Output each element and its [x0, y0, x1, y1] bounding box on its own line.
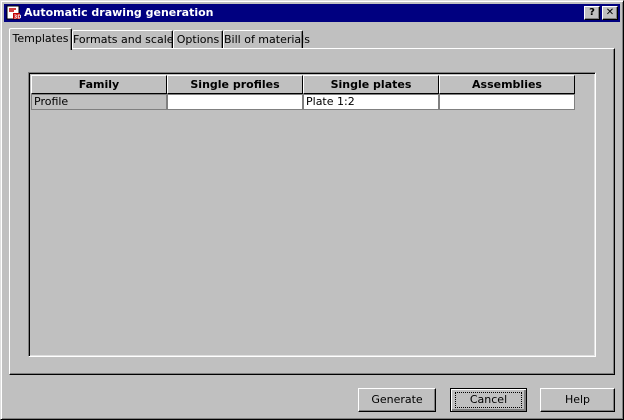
column-header-family[interactable]: Family — [31, 75, 167, 94]
help-button[interactable]: Help — [540, 388, 615, 412]
cancel-button[interactable]: Cancel — [450, 388, 527, 412]
column-header-single-plates[interactable]: Single plates — [303, 75, 439, 94]
assemblies-cell[interactable] — [439, 94, 575, 110]
svg-text:3D: 3D — [14, 14, 21, 20]
title-bar[interactable]: 3D Automatic drawing generation ? ✕ — [4, 4, 620, 22]
app-icon: 3D — [6, 5, 21, 20]
templates-grid[interactable]: Family Single profiles Single plates Ass… — [28, 72, 596, 357]
tab-templates[interactable]: Templates — [9, 28, 72, 50]
tab-options[interactable]: Options — [173, 30, 223, 48]
close-icon[interactable]: ✕ — [602, 6, 618, 20]
tab-formats-and-scales[interactable]: Formats and scales — [72, 30, 179, 48]
templates-panel: Family Single profiles Single plates Ass… — [9, 48, 615, 375]
tab-bill-of-materials[interactable]: Bill of materials — [223, 30, 310, 48]
focus-rectangle — [455, 392, 522, 408]
row-family-cell: Profile — [31, 94, 167, 110]
column-header-assemblies[interactable]: Assemblies — [439, 75, 575, 94]
generate-button[interactable]: Generate — [358, 388, 436, 412]
dialog-window: 3D Automatic drawing generation ? ✕ Temp… — [0, 0, 624, 420]
column-header-single-profiles[interactable]: Single profiles — [167, 75, 303, 94]
help-title-button[interactable]: ? — [584, 6, 600, 20]
single-plates-cell[interactable]: Plate 1:2 — [303, 94, 439, 110]
single-profiles-cell[interactable] — [167, 94, 303, 110]
window-title: Automatic drawing generation — [24, 6, 214, 19]
